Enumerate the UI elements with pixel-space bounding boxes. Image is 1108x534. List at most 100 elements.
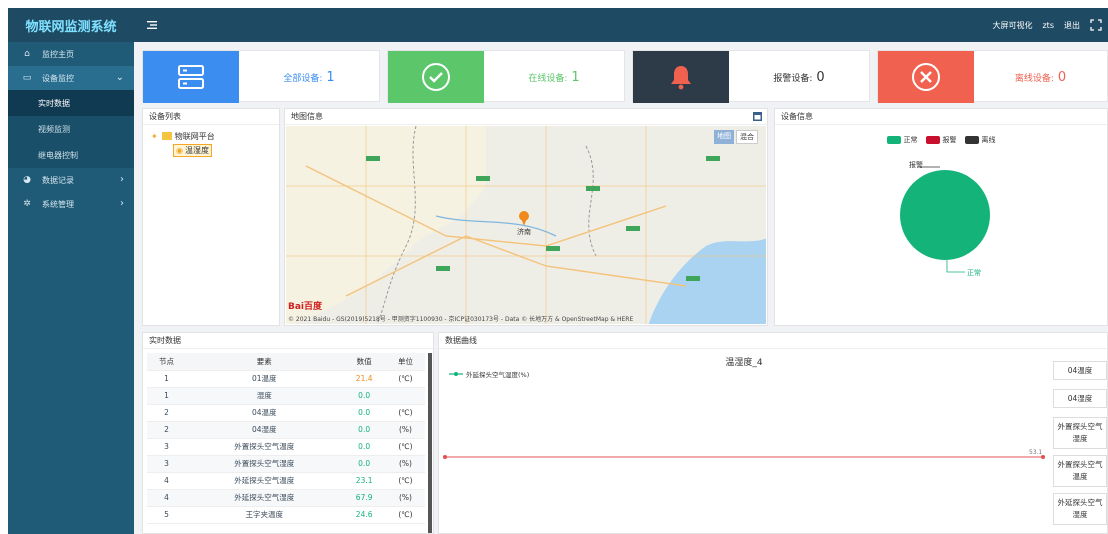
device-info-panel: 设备信息 正常 报警 离线 报警 正常 xyxy=(774,108,1108,326)
city-label: 济南 xyxy=(517,227,531,236)
table-cell: 4 xyxy=(147,489,187,507)
logout-link[interactable]: 退出 xyxy=(1064,20,1080,31)
sidebar-subitem-realtime[interactable]: 实时数据 xyxy=(8,90,134,116)
server-icon xyxy=(143,51,239,103)
table-row[interactable]: 3 外置探头空气温度 0.0 (℃) xyxy=(147,438,425,456)
sidebar-item-label: 数据记录 xyxy=(42,175,74,185)
folder-icon xyxy=(161,132,172,140)
stat-card-all: 全部设备: 1 xyxy=(142,50,380,103)
pie-chart: 报警 正常 xyxy=(900,160,990,277)
scrollbar[interactable] xyxy=(428,353,432,533)
sidebar-item-data-records[interactable]: ◕ 数据记录 › xyxy=(8,168,134,192)
stat-label: 全部设备: xyxy=(283,73,323,84)
menu-toggle-icon[interactable] xyxy=(146,19,158,31)
pie-label-normal: 正常 xyxy=(967,268,981,277)
big-screen-link[interactable]: 大屏可视化 xyxy=(992,20,1032,31)
table-cell: 3 xyxy=(147,455,187,473)
legend-swatch xyxy=(886,136,901,144)
table-cell: 0.0 xyxy=(342,421,386,439)
table-row[interactable]: 2 04湿度 0.0 (%) xyxy=(147,421,425,439)
panel-title: 设备列表 xyxy=(143,109,279,125)
sidebar-item-home[interactable]: ⌂ 监控主页 xyxy=(8,42,134,66)
curve-option-button[interactable]: 外置探头空气温度 xyxy=(1053,455,1107,487)
monitor-icon: ▭ xyxy=(22,73,32,83)
chevron-down-icon: ⌄ xyxy=(115,72,124,83)
line-chart: 温湿度_4 外延探头空气湿度(%) 53.1 xyxy=(439,349,1049,533)
tree-node-label: 温湿度 xyxy=(184,145,209,155)
legend-swatch xyxy=(925,136,940,144)
table-cell: 外置探头空气温度 xyxy=(186,438,343,456)
map-type-button[interactable]: 地图 xyxy=(714,130,734,144)
map-view[interactable]: 济南 地图 混合 Bai百度 © 2021 Baidu - GS(2019)52… xyxy=(286,126,766,324)
legend-label: 正常 xyxy=(903,136,918,144)
data-curve-panel: 数据曲线 温湿度_4 外延探头空气湿度(%) 53.1 04温度 04湿度 外置… xyxy=(438,332,1108,534)
table-cell: 2 xyxy=(147,404,187,422)
table-row[interactable]: 4 外延探头空气湿度 67.9 (%) xyxy=(147,489,425,507)
panel-title: 地图信息 xyxy=(285,109,767,125)
table-cell: 0.0 xyxy=(342,404,386,422)
tree-node-root[interactable]: ✦ 物联网平台 xyxy=(151,129,271,143)
sidebar-subitem-video[interactable]: 视频监测 xyxy=(8,116,134,142)
calendar-icon[interactable] xyxy=(752,111,763,122)
legend-item[interactable]: 离线 xyxy=(964,135,996,145)
expand-icon[interactable]: ✦ xyxy=(151,132,158,141)
table-cell: 0.0 xyxy=(342,438,386,456)
table-cell: 24.6 xyxy=(342,506,386,524)
pie-slice-normal[interactable] xyxy=(900,170,990,260)
sidebar-item-label: 设备监控 xyxy=(42,73,74,83)
legend-label: 离线 xyxy=(981,136,996,144)
sidebar-item-device-monitor[interactable]: ▭ 设备监控 ⌄ xyxy=(8,66,134,90)
table-cell: (℃) xyxy=(385,506,425,524)
device-icon: ◉ xyxy=(176,145,183,155)
end-value-label: 53.1 xyxy=(1029,449,1043,456)
realtime-table: 节点 要素 数值 单位 1 01温度 21.4 (℃) 1 湿度 0.0 2 04温度 0.0 (℃) 2 0… xyxy=(147,353,425,524)
baidu-logo: Bai百度 xyxy=(288,302,323,312)
close-icon xyxy=(878,51,974,103)
series-point[interactable] xyxy=(443,455,447,459)
legend-item[interactable]: 正常 xyxy=(886,135,918,145)
table-row[interactable]: 4 外延探头空气温度 23.1 (℃) xyxy=(147,472,425,490)
table-cell: 外延探头空气湿度 xyxy=(186,489,343,507)
table-row[interactable]: 2 04温度 0.0 (℃) xyxy=(147,404,425,422)
stat-card-offline: 离线设备: 0 xyxy=(877,50,1108,103)
table-cell: (℃) xyxy=(385,438,425,456)
sidebar-subitem-relay[interactable]: 继电器控制 xyxy=(8,142,134,168)
hybrid-type-button[interactable]: 混合 xyxy=(736,130,758,144)
top-bar: 物联网监测系统 大屏可视化 zts 退出 xyxy=(8,8,1108,42)
stat-value: 0 xyxy=(816,69,825,85)
fullscreen-icon[interactable] xyxy=(1090,19,1102,31)
stat-label: 在线设备: xyxy=(528,73,568,84)
check-icon xyxy=(388,51,484,103)
sidebar-item-label: 监控主页 xyxy=(42,49,74,59)
map-canvas: 济南 xyxy=(286,126,766,324)
legend-item[interactable]: 报警 xyxy=(925,135,957,145)
table-row[interactable]: 5 王字夹温度 24.6 (℃) xyxy=(147,506,425,524)
table-cell xyxy=(385,387,425,405)
stat-value: 0 xyxy=(1057,69,1067,85)
panel-title: 数据曲线 xyxy=(439,333,1107,349)
curve-option-button[interactable]: 外置探头空气湿度 xyxy=(1053,417,1107,449)
table-row[interactable]: 1 01温度 21.4 (℃) xyxy=(147,370,425,388)
curve-option-button[interactable]: 04温度 xyxy=(1053,361,1107,380)
username-link[interactable]: zts xyxy=(1042,21,1054,30)
table-cell: (%) xyxy=(385,421,425,439)
tree-node-child[interactable]: ◉ 温湿度 xyxy=(151,143,271,157)
tree-node-label: 物联网平台 xyxy=(174,131,215,141)
curve-option-button[interactable]: 04湿度 xyxy=(1053,389,1107,408)
table-cell: 4 xyxy=(147,472,187,490)
realtime-data-panel: 实时数据 节点 要素 数值 单位 1 01温度 21.4 (℃) 1 湿度 0.0 2 04温度 0.0… xyxy=(142,332,434,534)
table-cell: 04湿度 xyxy=(186,421,343,439)
curve-option-button[interactable]: 外延探头空气湿度 xyxy=(1053,493,1107,525)
device-list-panel: 设备列表 ✦ 物联网平台 ◉ 温湿度 xyxy=(142,108,280,326)
chevron-right-icon: › xyxy=(120,174,124,185)
table-header: 节点 xyxy=(147,353,187,371)
sidebar-item-system[interactable]: ✲ 系统管理 › xyxy=(8,192,134,216)
map-copyright: © 2021 Baidu - GS(2019)5218号 - 甲测资字11009… xyxy=(288,316,634,323)
table-cell: 2 xyxy=(147,421,187,439)
main-content: 全部设备: 1 在线设备: 1 报警设备: 0 离线设备: 0 设备列表 ✦ 物… xyxy=(134,42,1108,534)
table-cell: (%) xyxy=(385,455,425,473)
legend-swatch xyxy=(964,136,979,144)
panel-title: 实时数据 xyxy=(143,333,433,349)
table-row[interactable]: 1 湿度 0.0 xyxy=(147,387,425,405)
table-row[interactable]: 3 外置探头空气湿度 0.0 (%) xyxy=(147,455,425,473)
